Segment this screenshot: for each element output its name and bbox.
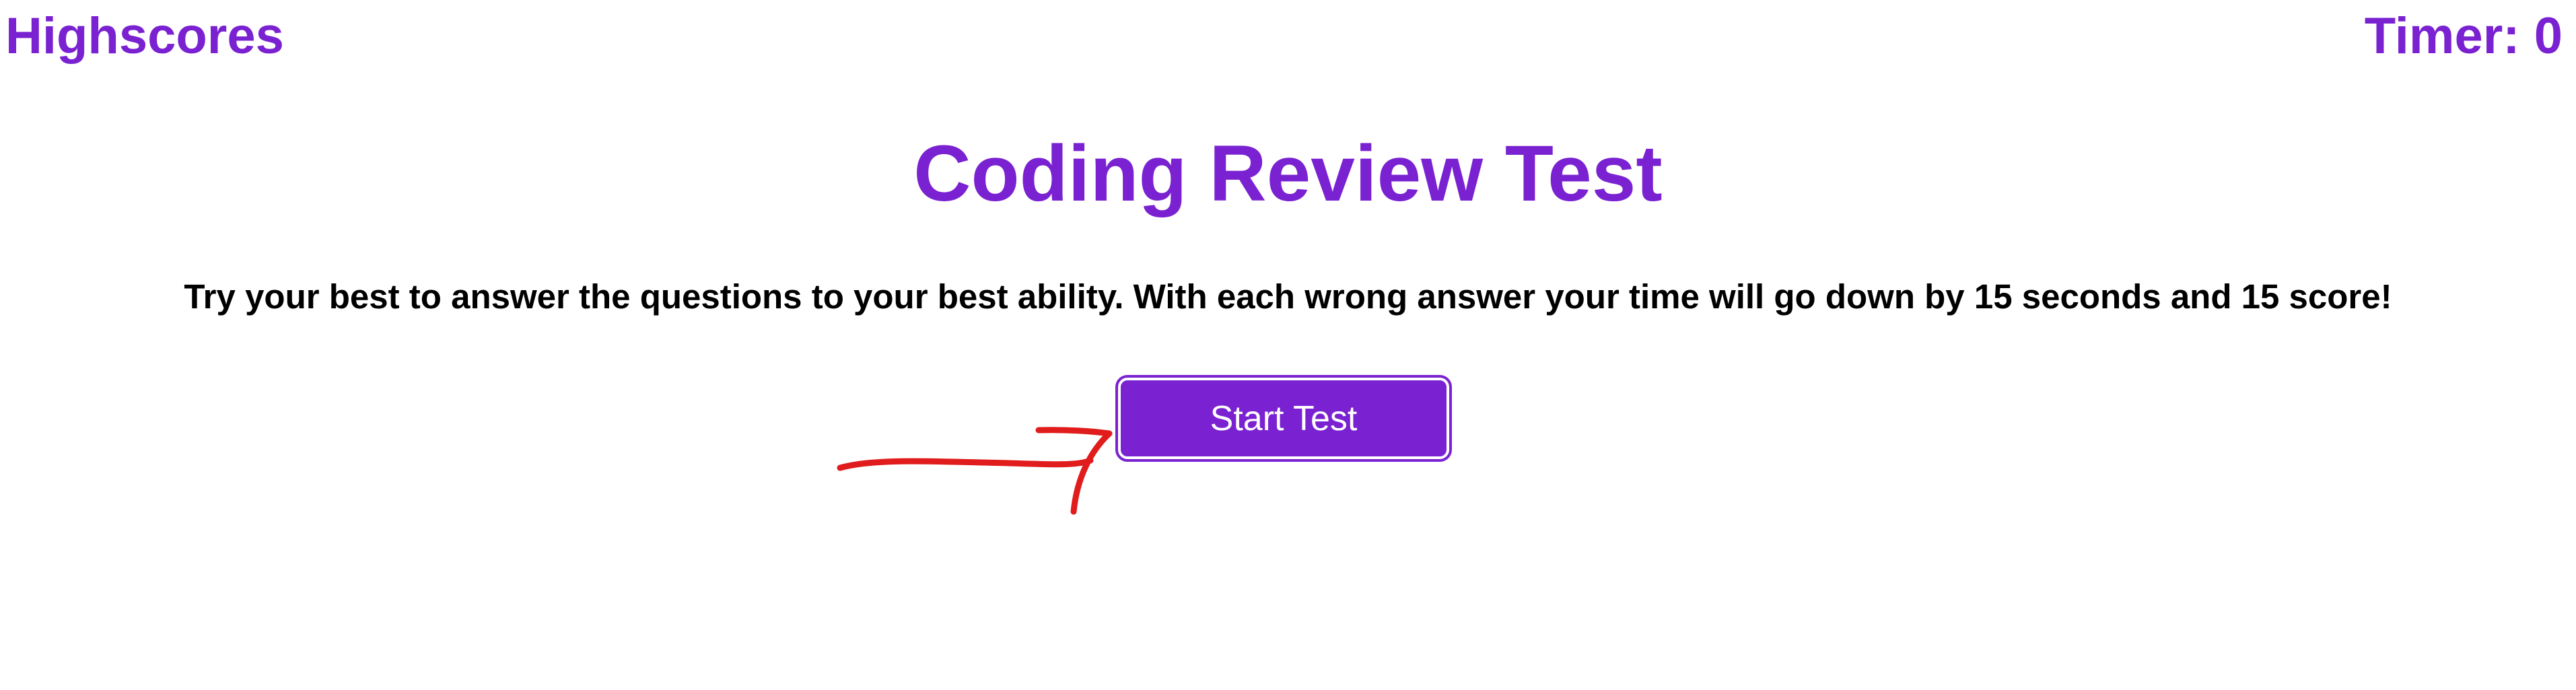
page-title: Coding Review Test — [913, 129, 1663, 218]
timer-display: Timer: 0 — [2364, 7, 2563, 65]
hand-drawn-arrow-icon — [837, 427, 1113, 515]
highscores-link[interactable]: Highscores — [5, 5, 284, 67]
quiz-start-page: Highscores Timer: 0 Coding Review Test T… — [0, 0, 2576, 690]
instructions-text: Try your best to answer the questions to… — [184, 277, 2392, 316]
start-test-button[interactable]: Start Test — [1115, 375, 1452, 462]
arrow-shaft — [837, 457, 1094, 471]
arrow-head — [1035, 427, 1113, 515]
